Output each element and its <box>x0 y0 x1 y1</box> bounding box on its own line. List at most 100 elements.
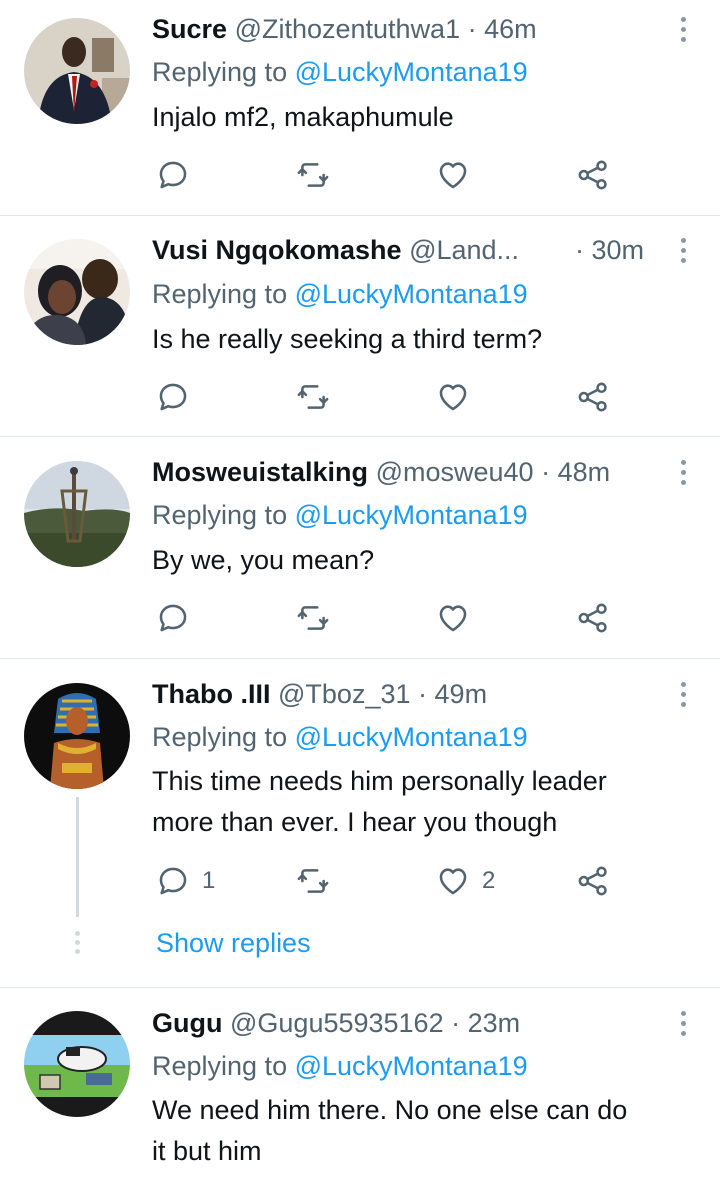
share-icon <box>578 866 607 896</box>
tweet-text: We need him there. No one else can do it… <box>152 1090 680 1172</box>
tweet-time-wrap: · 30m <box>575 232 644 268</box>
display-name[interactable]: Sucre <box>152 14 227 44</box>
tweet-text: By we, you mean? <box>152 540 680 581</box>
avatar[interactable] <box>24 1011 130 1117</box>
separator-dot: · <box>467 14 477 44</box>
display-name[interactable]: Vusi Ngqokomashe <box>152 235 402 265</box>
show-replies-link[interactable]: Show replies <box>156 925 311 961</box>
timestamp[interactable]: 23m <box>468 1008 521 1038</box>
tweet-text: Is he really seeking a third term? <box>152 319 680 360</box>
like-button[interactable] <box>436 155 482 195</box>
separator-dot: · <box>418 679 428 709</box>
display-name[interactable]: Mosweuistalking <box>152 457 368 487</box>
retweet-icon <box>297 606 329 630</box>
replying-prefix: Replying to <box>152 279 288 309</box>
retweet-button[interactable] <box>296 861 330 901</box>
replying-to: Replying to @LuckyMontana19 <box>152 54 528 90</box>
share-button[interactable] <box>576 598 610 638</box>
reply-icon <box>159 161 187 189</box>
replying-to: Replying to @LuckyMontana19 <box>152 719 528 755</box>
tweet-sucre[interactable]: Sucre @Zithozentuthwa1 · 46m Replying to… <box>0 0 720 215</box>
timestamp[interactable]: 46m <box>484 14 537 44</box>
retweet-button[interactable] <box>296 377 330 417</box>
replying-prefix: Replying to <box>152 722 288 752</box>
tweet-text-line: This time needs him personally leader <box>152 766 607 796</box>
avatar[interactable] <box>24 18 130 124</box>
like-count: 2 <box>482 867 496 894</box>
timestamp[interactable]: 30m <box>592 235 645 265</box>
like-button[interactable]: 2 <box>436 861 495 901</box>
tweet-vusi[interactable]: Vusi Ngqokomashe @Land... · 30m Replying… <box>0 216 720 436</box>
replying-prefix: Replying to <box>152 1051 288 1081</box>
tweet-mosweuistalking[interactable]: Mosweuistalking @mosweu40 · 48m Replying… <box>0 437 720 658</box>
share-button[interactable] <box>576 155 610 195</box>
tweet-thabo[interactable]: Thabo .III @Tboz_31 · 49m Replying to @L… <box>0 659 720 987</box>
reply-button[interactable] <box>156 377 202 417</box>
tweet-text-line: more than ever. I hear you though <box>152 807 558 837</box>
share-button[interactable] <box>576 377 610 417</box>
tweet-text-line: By we, you mean? <box>152 545 375 575</box>
tweet-header: Thabo .III @Tboz_31 · 49m <box>152 676 660 712</box>
user-handle[interactable]: @Tboz_31 <box>278 679 410 709</box>
heart-icon <box>439 868 467 895</box>
timestamp[interactable]: 48m <box>558 457 611 487</box>
reply-count: 1 <box>202 867 216 894</box>
user-handle[interactable]: @Gugu55935162 <box>230 1008 444 1038</box>
mention-link[interactable]: @LuckyMontana19 <box>295 500 528 530</box>
user-handle[interactable]: @Land... <box>409 235 519 265</box>
reply-icon <box>159 867 187 895</box>
tweet-text-line: it but him <box>152 1136 262 1166</box>
avatar[interactable] <box>24 683 130 789</box>
replying-to: Replying to @LuckyMontana19 <box>152 497 528 533</box>
more-options-icon[interactable] <box>676 676 690 712</box>
more-options-icon[interactable] <box>676 454 690 490</box>
avatar[interactable] <box>24 239 130 345</box>
thread-dots-icon <box>75 931 80 954</box>
more-options-icon[interactable] <box>676 11 690 47</box>
retweet-icon <box>297 869 329 893</box>
replying-to: Replying to @LuckyMontana19 <box>152 1048 528 1084</box>
replying-prefix: Replying to <box>152 57 288 87</box>
tweet-actions <box>152 155 632 195</box>
retweet-button[interactable] <box>296 155 330 195</box>
mention-link[interactable]: @LuckyMontana19 <box>295 722 528 752</box>
tweet-header: Vusi Ngqokomashe @Land... <box>152 232 585 268</box>
share-icon <box>578 603 607 633</box>
separator-dot: · <box>541 457 551 487</box>
replying-to: Replying to @LuckyMontana19 <box>152 276 528 312</box>
reply-button[interactable]: 1 <box>156 861 215 901</box>
timestamp[interactable]: 49m <box>435 679 488 709</box>
retweet-icon <box>297 385 329 409</box>
thread-line <box>76 797 79 917</box>
tweet-gugu[interactable]: Gugu @Gugu55935162 · 23m Replying to @Lu… <box>0 988 720 1190</box>
like-button[interactable] <box>436 377 482 417</box>
retweet-button[interactable] <box>296 598 330 638</box>
mention-link[interactable]: @LuckyMontana19 <box>295 279 528 309</box>
tweet-header: Sucre @Zithozentuthwa1 · 46m <box>152 11 660 47</box>
replying-prefix: Replying to <box>152 500 288 530</box>
reply-button[interactable] <box>156 598 202 638</box>
avatar[interactable] <box>24 461 130 567</box>
user-handle[interactable]: @mosweu40 <box>376 457 534 487</box>
separator-dot: · <box>575 235 584 265</box>
more-options-icon[interactable] <box>676 1005 690 1041</box>
share-icon <box>578 382 607 412</box>
tweet-header: Gugu @Gugu55935162 · 23m <box>152 1005 660 1041</box>
tweet-text-line: We need him there. No one else can do <box>152 1095 628 1125</box>
more-options-icon[interactable] <box>676 232 690 268</box>
reply-icon <box>159 383 187 411</box>
like-button[interactable] <box>436 598 482 638</box>
separator-dot: · <box>451 1008 461 1038</box>
share-icon <box>578 160 607 190</box>
mention-link[interactable]: @LuckyMontana19 <box>295 1051 528 1081</box>
mention-link[interactable]: @LuckyMontana19 <box>295 57 528 87</box>
user-handle[interactable]: @Zithozentuthwa1 <box>235 14 461 44</box>
retweet-icon <box>297 163 329 187</box>
display-name[interactable]: Gugu <box>152 1008 222 1038</box>
tweet-actions: 1 2 <box>152 861 632 901</box>
display-name[interactable]: Thabo .III <box>152 679 271 709</box>
tweet-actions <box>152 377 632 417</box>
reply-button[interactable] <box>156 155 202 195</box>
share-button[interactable] <box>576 861 610 901</box>
reply-icon <box>159 604 187 632</box>
